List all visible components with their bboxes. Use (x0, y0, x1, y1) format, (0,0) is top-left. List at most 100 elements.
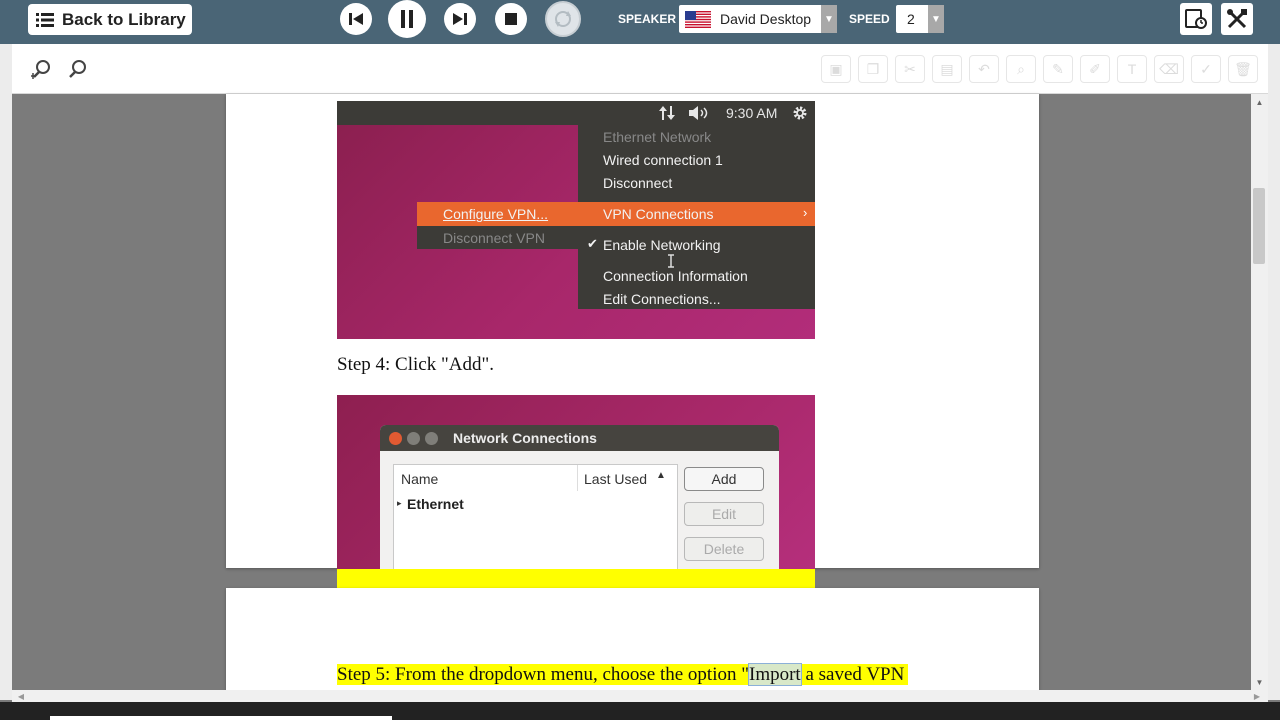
edit-button: Edit (684, 502, 764, 526)
eraser-icon[interactable]: ⌫ (1154, 55, 1184, 83)
scroll-down-icon[interactable]: ▼ (1251, 674, 1268, 690)
dialog-title: Network Connections (453, 430, 597, 446)
speaker-value: David Desktop (720, 11, 812, 27)
secondary-toolbar: ▣ ❐ ✂ ▤ ↶ ⌕ ✎ ✐ T ⌫ ✓ 🗑 (12, 44, 1268, 94)
spell-check-icon[interactable]: ✎ (1043, 55, 1073, 83)
skip-previous-icon (349, 13, 363, 25)
screenshot-network-connections: Network Connections Name Last Used ▲ ▸ E… (337, 395, 815, 569)
submenu-configure-vpn: Configure VPN... (443, 206, 549, 222)
menu-disconnect: Disconnect (603, 175, 673, 191)
speaker-label: SPEAKER (618, 12, 677, 26)
gear-icon (793, 106, 807, 120)
skip-next-icon (453, 13, 467, 25)
panel-clock: 9:30 AM (726, 105, 778, 121)
expand-arrow-icon: ▸ (397, 498, 402, 508)
sync-button[interactable] (545, 1, 581, 37)
tools-icon (1227, 9, 1247, 29)
chevron-down-icon[interactable]: ▼ (928, 5, 944, 33)
document-page-2: Step 5: From the dropdown menu, choose t… (226, 588, 1039, 698)
speed-label: SPEED (849, 12, 890, 26)
zoom-out-icon (69, 60, 86, 78)
column-last-used: Last Used (584, 471, 648, 487)
close-icon (389, 432, 402, 445)
submenu-disconnect-vpn: Disconnect VPN (443, 230, 545, 246)
step-5-highlight: Step 5: From the dropdown menu, choose t… (337, 663, 909, 686)
bottom-progress-line (50, 716, 392, 720)
pause-button[interactable] (388, 0, 426, 38)
maximize-icon (425, 432, 438, 445)
speaker-select[interactable]: David Desktop ▼ (679, 5, 837, 33)
minimize-icon (407, 432, 420, 445)
menu-ethernet-network: Ethernet Network (603, 129, 712, 145)
text-icon[interactable]: T (1117, 55, 1147, 83)
step-5-after: a saved VPN (800, 664, 905, 685)
zoom-in-icon (31, 60, 50, 79)
step-4-text: Step 4: Click "Add". (337, 354, 494, 375)
scroll-left-icon[interactable]: ◀ (14, 690, 28, 702)
horizontal-scrollbar[interactable]: ◀ ▶ (12, 690, 1268, 702)
highlight-icon[interactable]: ✐ (1080, 55, 1110, 83)
top-toolbar: Back to Library SPEAKER David Desktop ▼ … (0, 0, 1280, 44)
chevron-right-icon: › (803, 205, 808, 220)
sync-icon (555, 11, 571, 27)
scrollbar-thumb[interactable] (1253, 188, 1265, 264)
menu-connection-information: Connection Information (603, 268, 748, 284)
menu-enable-networking: Enable Networking (603, 237, 721, 253)
network-connections-dialog: Network Connections Name Last Used ▲ ▸ E… (380, 425, 779, 569)
skip-next-button[interactable] (444, 3, 476, 35)
zoom-in-button[interactable] (29, 56, 55, 82)
copy-icon[interactable]: ❐ (858, 55, 888, 83)
zoom-out-button[interactable] (65, 56, 91, 82)
save-icon[interactable]: ▣ (821, 55, 851, 83)
column-name: Name (401, 471, 439, 487)
sort-up-icon: ▲ (656, 470, 666, 481)
volume-icon (689, 106, 708, 120)
screen-clock-icon (1185, 9, 1207, 29)
vertical-scrollbar[interactable]: ▲ ▼ (1251, 94, 1268, 690)
column-divider (577, 465, 578, 491)
menu-vpn-connections: VPN Connections (603, 206, 714, 222)
search-icon[interactable]: ⌕ (1006, 55, 1036, 83)
text-cursor-icon (668, 254, 674, 268)
dialog-titlebar: Network Connections (380, 425, 779, 451)
scroll-right-icon[interactable]: ▶ (1250, 690, 1264, 702)
highlight-bar (337, 569, 815, 588)
us-flag-icon (685, 10, 711, 28)
left-edge (0, 44, 12, 700)
pause-icon (401, 10, 413, 28)
check-icon: ✔ (587, 236, 598, 251)
undo-icon[interactable]: ↶ (969, 55, 999, 83)
network-arrows-icon (659, 106, 675, 120)
paste-icon[interactable]: ▤ (932, 55, 962, 83)
scroll-up-icon[interactable]: ▲ (1251, 94, 1268, 110)
network-menu: Ethernet Network Wired connection 1 Disc… (578, 125, 815, 309)
back-to-library-button[interactable]: Back to Library (28, 4, 192, 35)
document-page: 9:30 AM Ethernet Network Wired connectio… (226, 94, 1039, 588)
delete-button: Delete (684, 537, 764, 561)
trash-icon[interactable]: 🗑 (1228, 55, 1258, 83)
step-5-text: Step 5: From the dropdown menu, choose t… (337, 663, 909, 686)
add-button: Add (684, 467, 764, 491)
step-5-before: Step 5: From the dropdown menu, choose t… (337, 664, 749, 685)
stop-button[interactable] (495, 3, 527, 35)
stop-icon (505, 13, 517, 25)
top-panel: 9:30 AM (337, 101, 815, 125)
screen-button[interactable] (1180, 3, 1212, 35)
menu-edit-connections: Edit Connections... (603, 291, 721, 307)
row-ethernet: Ethernet (407, 496, 464, 512)
speed-select[interactable]: 2 ▼ (896, 5, 944, 33)
cut-icon[interactable]: ✂ (895, 55, 925, 83)
speed-value: 2 (907, 11, 915, 27)
chevron-down-icon[interactable]: ▼ (821, 5, 837, 33)
connections-list: Name Last Used ▲ ▸ Ethernet (393, 464, 678, 569)
vpn-submenu: Configure VPN... Disconnect VPN (417, 202, 578, 249)
list-icon (36, 12, 54, 27)
current-word-import: Import (748, 663, 802, 686)
check-icon[interactable]: ✓ (1191, 55, 1221, 83)
tools-button[interactable] (1221, 3, 1253, 35)
screenshot-network-menu: 9:30 AM Ethernet Network Wired connectio… (337, 101, 815, 339)
back-to-library-label: Back to Library (62, 9, 186, 29)
skip-previous-button[interactable] (340, 3, 372, 35)
right-edge (1268, 44, 1280, 700)
menu-wired-connection: Wired connection 1 (603, 152, 723, 168)
